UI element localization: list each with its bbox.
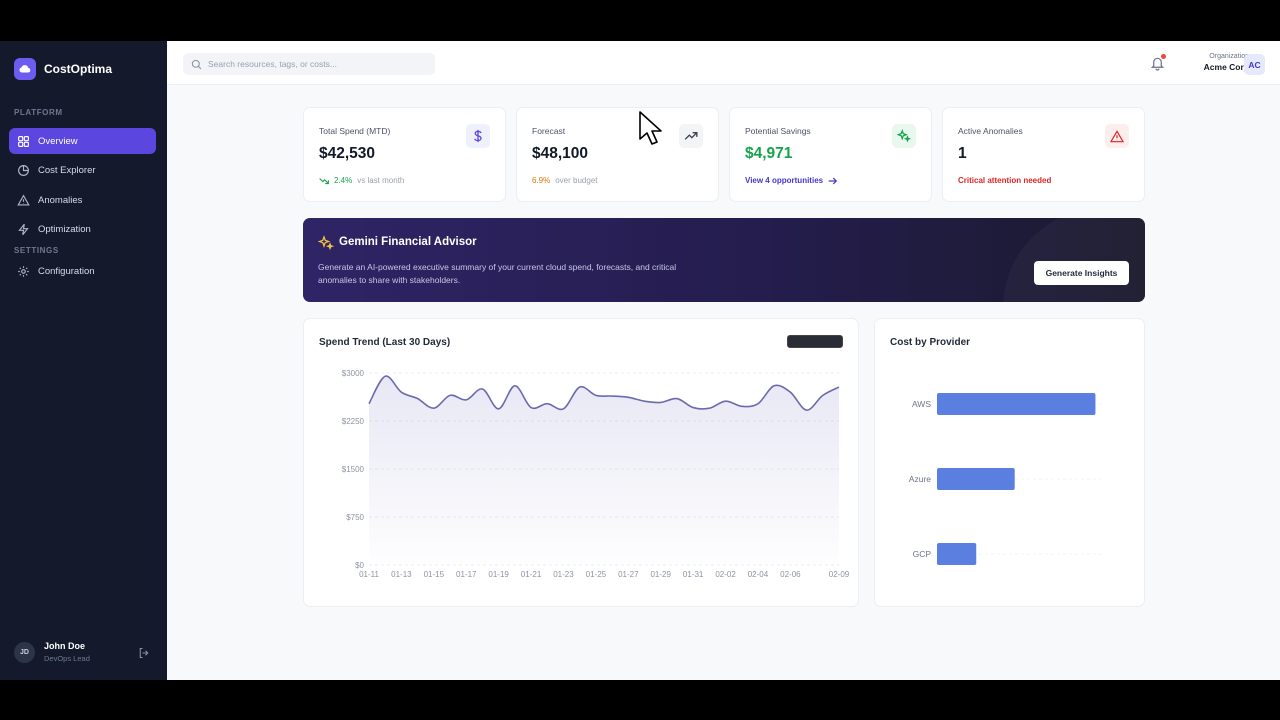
sidebar-item-cost-explorer[interactable]: Cost Explorer (9, 157, 156, 183)
category-label: GCP (913, 549, 932, 559)
brand[interactable]: CostOptima (14, 58, 112, 80)
kpi-title: Active Anomalies (958, 126, 1023, 136)
sidebar-item-label: Configuration (38, 265, 95, 277)
gemini-advisor-banner: Gemini Financial Advisor Generate an AI-… (303, 218, 1145, 302)
y-tick-label: $2250 (342, 417, 365, 426)
provider-bar (937, 468, 1015, 490)
y-tick-label: $750 (346, 513, 364, 522)
user-profile[interactable]: JD John Doe DevOps Lead (14, 641, 90, 663)
x-tick-label: 01-13 (391, 570, 412, 579)
cloud-icon (14, 58, 36, 80)
org-name: Acme Corp (1203, 62, 1249, 72)
app-name: CostOptima (44, 62, 113, 76)
kpi-delta: 6.9% over budget (532, 176, 598, 185)
alert-triangle-icon (17, 193, 30, 206)
sidebar: CostOptima PLATFORM Overview Cost Explor… (0, 41, 167, 680)
sidebar-item-overview[interactable]: Overview (9, 128, 156, 154)
dollar-icon (466, 124, 490, 148)
x-tick-label: 01-29 (650, 570, 671, 579)
section-label-settings: SETTINGS (14, 246, 59, 255)
search-input[interactable] (208, 59, 428, 69)
org-avatar[interactable]: AC (1244, 54, 1265, 75)
logout-icon[interactable] (138, 647, 150, 659)
x-tick-label: 02-02 (715, 570, 736, 579)
sidebar-item-label: Anomalies (38, 194, 83, 206)
gemini-title: Gemini Financial Advisor (339, 236, 477, 248)
x-tick-label: 01-15 (424, 570, 445, 579)
x-tick-label: 01-19 (488, 570, 509, 579)
kpi-card-active-anomalies: Active Anomalies 1 Critical attention ne… (942, 107, 1145, 202)
cost-by-provider-chart: AWS Azure GCP (909, 393, 1103, 565)
x-tick-label: 02-09 (829, 570, 850, 579)
x-tick-label: 01-11 (359, 570, 379, 579)
sidebar-item-anomalies[interactable]: Anomalies (9, 187, 156, 213)
sparkles-icon (318, 235, 334, 251)
sidebar-item-label: Overview (38, 135, 78, 147)
search-bar[interactable] (183, 53, 435, 75)
kpi-value: $42,530 (319, 145, 376, 162)
gemini-description: Generate an AI-powered executive summary… (318, 262, 677, 285)
bolt-icon (18, 223, 29, 235)
organization-switcher[interactable]: Organization Acme Corp (1186, 53, 1249, 72)
generate-insights-button[interactable]: Generate Insights (1034, 261, 1129, 285)
kpi-value: 1 (958, 145, 967, 162)
x-tick-label: 01-25 (586, 570, 607, 579)
notification-dot (1161, 54, 1166, 59)
kpi-delta-text: over budget (555, 176, 598, 185)
app-window: CostOptima PLATFORM Overview Cost Explor… (0, 41, 1280, 680)
view-opportunities-link[interactable]: View 4 opportunities (745, 176, 838, 185)
section-label-platform: PLATFORM (14, 108, 63, 117)
sidebar-item-optimization[interactable]: Optimization (9, 216, 156, 242)
x-tick-label: 02-04 (748, 570, 769, 579)
provider-bar (937, 543, 977, 565)
x-tick-label: 01-17 (456, 570, 477, 579)
category-label: Azure (909, 474, 931, 484)
grid-icon (18, 135, 29, 147)
y-tick-label: $3000 (342, 369, 365, 378)
user-name: John Doe (44, 641, 86, 651)
kpi-delta-value: 2.4% (334, 176, 353, 185)
y-tick-label: $1500 (342, 465, 365, 474)
mouse-cursor (639, 111, 662, 145)
user-role: DevOps Lead (44, 654, 90, 663)
kpi-title: Forecast (532, 126, 566, 136)
kpi-delta-value: 6.9% (532, 176, 551, 185)
kpi-delta: 2.4% vs last month (319, 176, 404, 185)
x-tick-label: 01-21 (521, 570, 542, 579)
link-label: View 4 opportunities (745, 176, 824, 185)
kpi-card-potential-savings: Potential Savings $4,971 View 4 opportun… (729, 107, 932, 202)
kpi-card-total-spend: Total Spend (MTD) $42,530 2.4% vs last m… (303, 107, 506, 202)
trending-up-icon (679, 124, 703, 148)
kpi-card-forecast: Forecast $48,100 6.9% over budget (516, 107, 719, 202)
avatar: JD (14, 641, 35, 663)
kpi-delta-text: vs last month (357, 176, 405, 185)
chart-pie-icon (18, 164, 29, 176)
trending-down-icon (319, 177, 329, 184)
x-tick-label: 01-23 (553, 570, 574, 579)
category-label: AWS (912, 399, 931, 409)
spend-trend-card: Spend Trend (Last 30 Days) $3000 $2250 $15… (303, 318, 859, 607)
y-tick-label: $0 (355, 561, 364, 570)
kpi-title: Potential Savings (745, 126, 811, 136)
kpi-alert: Critical attention needed (958, 176, 1052, 185)
org-label: Organization (1209, 53, 1249, 60)
sidebar-item-label: Cost Explorer (38, 164, 96, 176)
kpi-title: Total Spend (MTD) (319, 126, 391, 136)
kpi-value: $48,100 (532, 145, 589, 162)
arrow-right-icon (828, 177, 838, 184)
x-tick-label: 01-31 (683, 570, 704, 579)
x-tick-label: 01-27 (618, 570, 639, 579)
provider-bar (937, 393, 1096, 415)
kpi-value: $4,971 (745, 145, 793, 162)
x-tick-label: 02-06 (780, 570, 801, 579)
sidebar-item-label: Optimization (38, 223, 91, 235)
sparkles-icon (892, 124, 916, 148)
sidebar-item-configuration[interactable]: Configuration (9, 258, 156, 284)
search-icon (191, 59, 202, 69)
alert-triangle-icon (1105, 124, 1129, 148)
gear-icon (18, 265, 29, 277)
cost-by-provider-card: Cost by Provider AWS Azure GCP (874, 318, 1145, 607)
spend-trend-chart: $3000 $2250 $1500 $750 $001-11 01-13 01-15 01-1… (342, 369, 850, 579)
topbar: Organization Acme Corp AC (167, 41, 1280, 85)
